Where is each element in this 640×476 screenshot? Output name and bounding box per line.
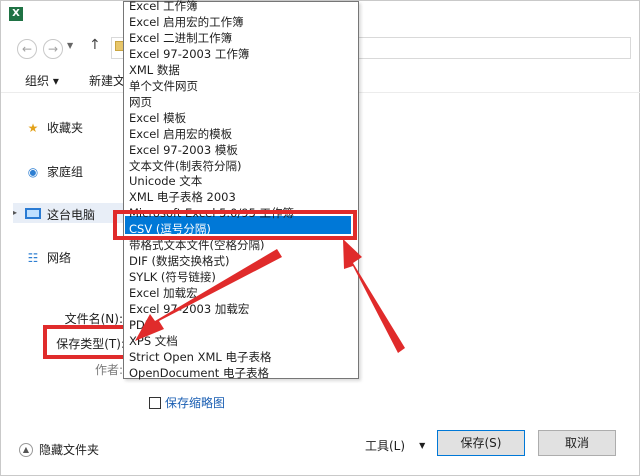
arrow-to-savetype-label <box>135 249 282 341</box>
save-button[interactable]: 保存(S) <box>437 430 525 456</box>
tools-menu[interactable]: 工具(L) ▼ <box>365 437 425 454</box>
thumbnail-label: 保存缩略图 <box>165 396 226 410</box>
tools-label: 工具(L) <box>365 439 406 453</box>
chevron-down-icon: ▼ <box>419 441 426 450</box>
save-as-dialog: X ← → ▼ ↑ 组织 ▾ 新建文 ★ 收藏夹 ◉ 家庭组 ▸ 这台电脑 ☷ … <box>0 0 640 476</box>
thumbnail-option[interactable]: 保存缩略图 <box>149 394 225 411</box>
hide-folders-toggle[interactable]: ▲ 隐藏文件夹 <box>19 441 99 458</box>
thumbnail-checkbox[interactable] <box>149 396 161 409</box>
cancel-button[interactable]: 取消 <box>538 430 616 456</box>
chevron-up-icon: ▲ <box>19 442 33 457</box>
hide-folders-label: 隐藏文件夹 <box>39 443 100 457</box>
annotation-arrows <box>135 239 405 353</box>
arrow-to-csv-option <box>343 239 405 353</box>
